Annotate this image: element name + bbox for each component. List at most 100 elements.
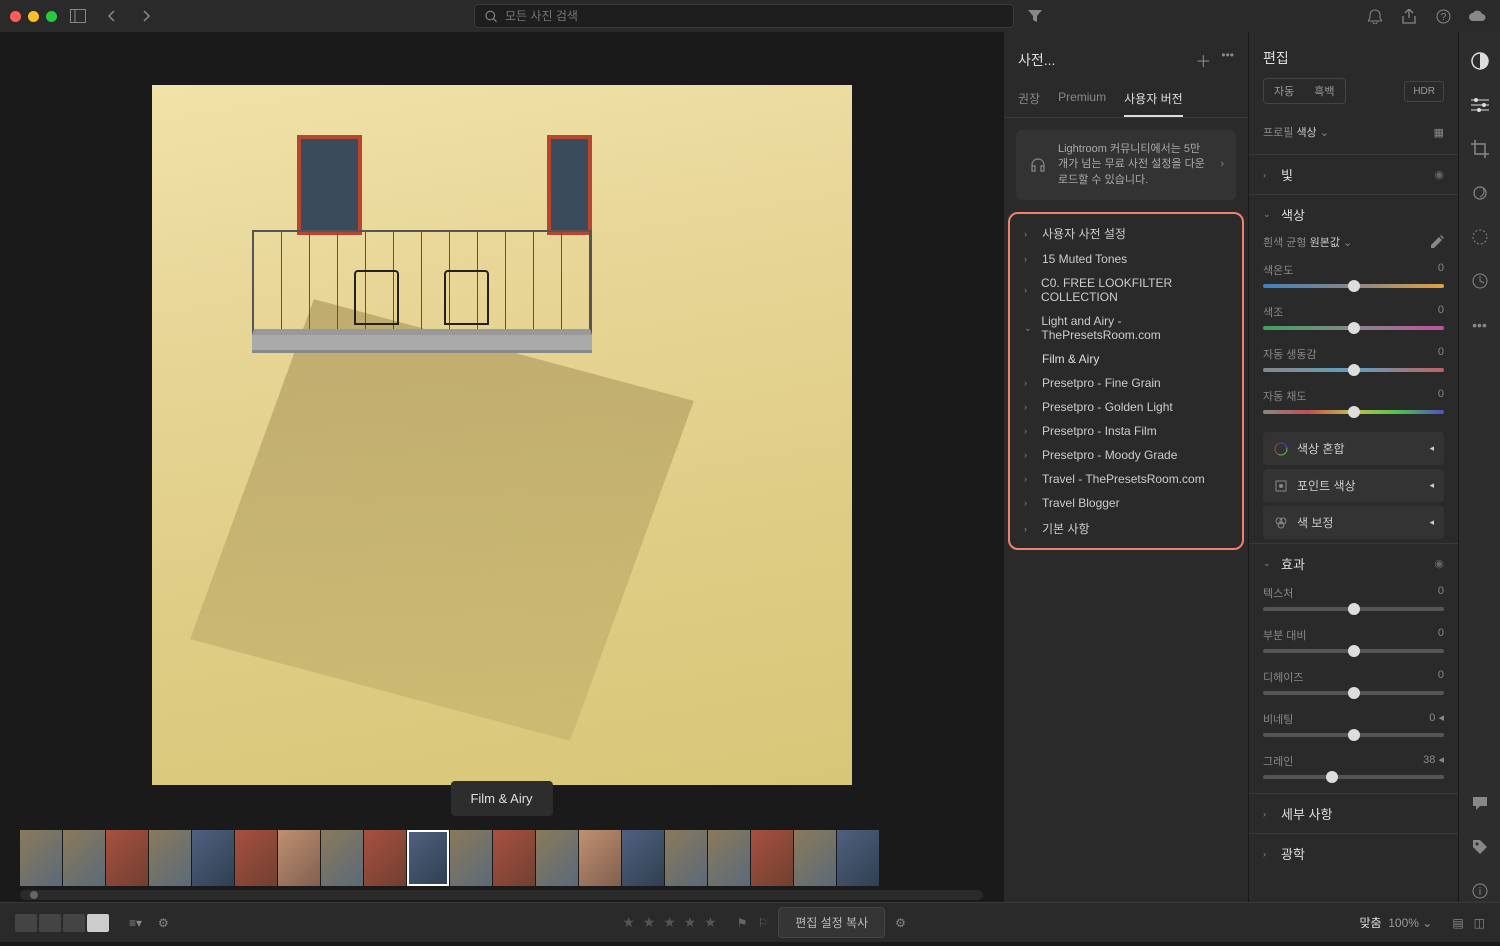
eye-icon[interactable]: ◉: [1434, 168, 1444, 181]
profile-value[interactable]: 색상: [1296, 127, 1316, 139]
eye-icon[interactable]: ◉: [1434, 557, 1444, 570]
section-optics[interactable]: ›광학: [1249, 834, 1458, 873]
histogram-icon[interactable]: ▤: [1452, 916, 1463, 930]
eyedropper-icon[interactable]: [1430, 235, 1444, 249]
thumbnail[interactable]: [751, 830, 793, 886]
color-grading-button[interactable]: 색 보정 ◂: [1263, 506, 1444, 539]
preset-group[interactable]: ›기본 사항: [1010, 515, 1242, 542]
filmstrip-scrollbar[interactable]: [20, 890, 983, 900]
star-rating[interactable]: ★ ★ ★ ★ ★: [622, 914, 718, 931]
thumbnail[interactable]: [708, 830, 750, 886]
info-icon[interactable]: i: [1469, 880, 1491, 902]
slider-색온도[interactable]: 색온도0: [1249, 260, 1458, 302]
thumbnail[interactable]: [63, 830, 105, 886]
mode-auto-button[interactable]: 자동: [1264, 79, 1304, 103]
sidebar-toggle-icon[interactable]: [65, 3, 91, 29]
wb-value[interactable]: 원본값: [1310, 237, 1340, 249]
notifications-icon[interactable]: [1362, 3, 1388, 29]
section-light[interactable]: ›빛 ◉: [1249, 155, 1458, 194]
preset-group[interactable]: ›Travel Blogger: [1010, 491, 1242, 515]
preset-item[interactable]: Film & Airy: [1010, 347, 1242, 371]
share-icon[interactable]: [1396, 3, 1422, 29]
mode-bw-button[interactable]: 흑백: [1304, 79, 1344, 103]
thumbnail[interactable]: [278, 830, 320, 886]
thumb-view-button[interactable]: [39, 914, 61, 932]
thumbnail[interactable]: [235, 830, 277, 886]
gear-icon[interactable]: ⚙: [158, 916, 169, 930]
thumbnail[interactable]: [321, 830, 363, 886]
masking-tool-icon[interactable]: [1469, 226, 1491, 248]
slider-자동 생동감[interactable]: 자동 생동감0: [1249, 344, 1458, 386]
preset-group[interactable]: ›Presetpro - Fine Grain: [1010, 371, 1242, 395]
preset-group[interactable]: ›Presetpro - Moody Grade: [1010, 443, 1242, 467]
preset-group[interactable]: ›15 Muted Tones: [1010, 247, 1242, 271]
slider-텍스처[interactable]: 텍스처0: [1249, 583, 1458, 625]
section-detail[interactable]: ›세부 사항: [1249, 794, 1458, 833]
before-after-icon[interactable]: ◫: [1474, 916, 1485, 930]
maximize-window[interactable]: [46, 11, 57, 22]
point-color-button[interactable]: 포인트 색상 ◂: [1263, 469, 1444, 502]
filmstrip[interactable]: [0, 828, 1003, 888]
preset-group[interactable]: ›Presetpro - Golden Light: [1010, 395, 1242, 419]
preset-group[interactable]: ›C0. FREE LOOKFILTER COLLECTION: [1010, 271, 1242, 309]
more-options-icon[interactable]: •••: [1221, 48, 1234, 72]
thumbnail[interactable]: [837, 830, 879, 886]
healing-tool-icon[interactable]: [1469, 182, 1491, 204]
section-effects[interactable]: ⌄효과 ◉: [1249, 544, 1458, 583]
fit-label[interactable]: 맞춤: [1359, 916, 1381, 930]
preset-group[interactable]: ›사용자 사전 설정: [1010, 220, 1242, 247]
slider-부분 대비[interactable]: 부분 대비0: [1249, 625, 1458, 667]
slider-자동 채도[interactable]: 자동 채도0: [1249, 386, 1458, 428]
thumbnail[interactable]: [665, 830, 707, 886]
slider-디헤이즈[interactable]: 디헤이즈0: [1249, 667, 1458, 709]
thumbnail[interactable]: [149, 830, 191, 886]
nav-back-icon[interactable]: [99, 3, 125, 29]
thumbnail[interactable]: [794, 830, 836, 886]
grid-view-button[interactable]: [15, 914, 37, 932]
nav-forward-icon[interactable]: [133, 3, 159, 29]
cloud-sync-icon[interactable]: [1464, 3, 1490, 29]
tag-icon[interactable]: [1469, 836, 1491, 858]
community-promo[interactable]: Lightroom 커뮤니티에서는 5만 개가 넘는 무료 사전 설정을 다운로…: [1016, 130, 1236, 200]
thumbnail[interactable]: [450, 830, 492, 886]
versions-tool-icon[interactable]: [1469, 270, 1491, 292]
thumbnail[interactable]: [364, 830, 406, 886]
comments-icon[interactable]: [1469, 792, 1491, 814]
profile-grid-icon[interactable]: ▦: [1434, 126, 1444, 139]
search-input[interactable]: [505, 9, 1003, 23]
filter-icon[interactable]: [1022, 3, 1048, 29]
more-tool-icon[interactable]: •••: [1469, 314, 1491, 336]
color-mixer-button[interactable]: 색상 혼합 ◂: [1263, 432, 1444, 465]
thumbnail[interactable]: [192, 830, 234, 886]
thumbnail[interactable]: [493, 830, 535, 886]
close-window[interactable]: [10, 11, 21, 22]
thumbnail-selected[interactable]: [407, 830, 449, 886]
preset-group[interactable]: ›Travel - ThePresetsRoom.com: [1010, 467, 1242, 491]
slider-색조[interactable]: 색조0: [1249, 302, 1458, 344]
main-photo[interactable]: [152, 85, 852, 785]
settings-gear-icon[interactable]: ⚙: [895, 916, 906, 930]
preset-group[interactable]: ›Presetpro - Insta Film: [1010, 419, 1242, 443]
thumbnail[interactable]: [622, 830, 664, 886]
thumbnail[interactable]: [536, 830, 578, 886]
section-color[interactable]: ⌄색상: [1249, 195, 1458, 234]
flag-pick-icon[interactable]: ⚑: [737, 916, 748, 930]
preset-group-expanded[interactable]: ⌄Light and Airy - ThePresetsRoom.com: [1010, 309, 1242, 347]
tab-user[interactable]: 사용자 버전: [1124, 82, 1183, 117]
help-icon[interactable]: ?: [1430, 3, 1456, 29]
minimize-window[interactable]: [28, 11, 39, 22]
compare-view-button[interactable]: [63, 914, 85, 932]
slider-비네팅[interactable]: 비네팅0 ◂: [1249, 709, 1458, 751]
copy-settings-button[interactable]: 편집 설정 복사: [778, 907, 885, 938]
search-box[interactable]: [474, 4, 1014, 28]
sliders-tool-icon[interactable]: [1469, 94, 1491, 116]
crop-tool-icon[interactable]: [1469, 138, 1491, 160]
thumbnail[interactable]: [579, 830, 621, 886]
thumbnail[interactable]: [20, 830, 62, 886]
tab-recommended[interactable]: 권장: [1018, 82, 1040, 117]
detail-view-button[interactable]: [87, 914, 109, 932]
edit-tool-icon[interactable]: [1469, 50, 1491, 72]
hdr-button[interactable]: HDR: [1404, 81, 1444, 102]
tab-premium[interactable]: Premium: [1058, 82, 1106, 117]
zoom-value[interactable]: 100%: [1388, 916, 1419, 930]
